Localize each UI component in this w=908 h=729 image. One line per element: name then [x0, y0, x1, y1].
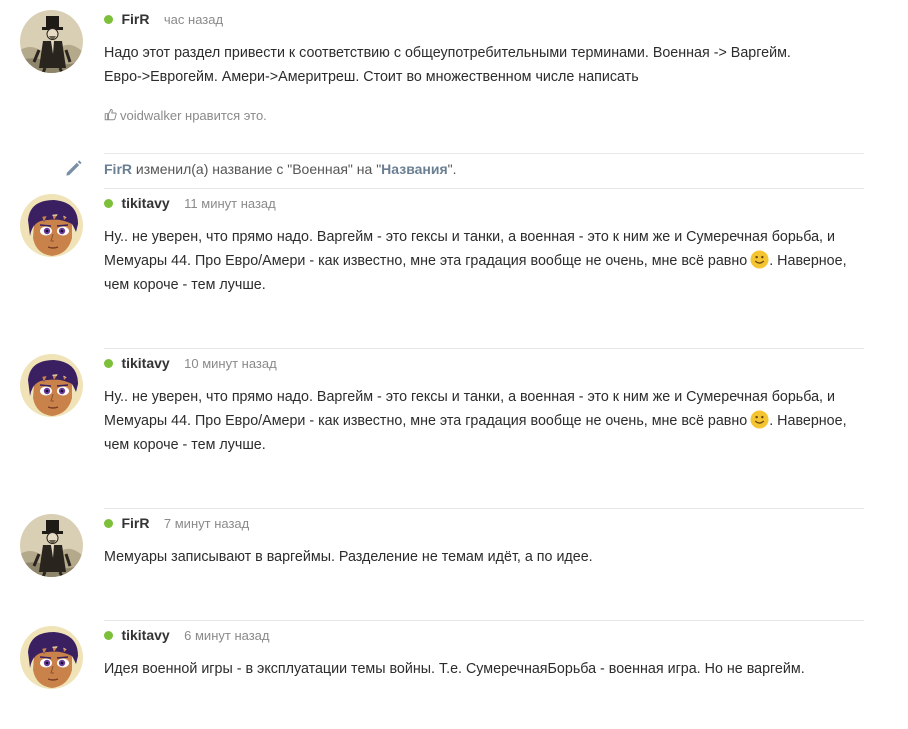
comment-author[interactable]: FirR	[121, 515, 149, 531]
comment-thread: FirR час назад Надо этот раздел привести…	[0, 0, 908, 729]
rename-new-name: Названия	[381, 161, 448, 177]
likes-row: voidwalker нравится это.	[104, 106, 874, 126]
comment-meta: FirR час назад	[104, 9, 874, 29]
divider	[104, 348, 864, 349]
comment-line: Надо этот раздел привести к соответствию…	[104, 45, 791, 61]
comment-text: Идея военной игры - в эксплуатации темы …	[104, 657, 874, 681]
comment-author[interactable]: FirR	[121, 11, 149, 27]
comment-meta: tikitavy 10 минут назад	[104, 353, 874, 373]
avatar[interactable]	[20, 354, 83, 417]
thumbs-up-icon[interactable]	[104, 108, 117, 121]
comment-line: чем короче - тем лучше.	[104, 437, 266, 453]
rename-event: FirR изменил(а) название с "Военная" на …	[0, 157, 908, 181]
online-dot-icon	[104, 519, 113, 528]
comment-line: чем короче - тем лучше.	[104, 277, 266, 293]
divider	[104, 153, 864, 154]
comment-time[interactable]: час назад	[164, 12, 223, 27]
smile-emoji-icon	[750, 250, 769, 269]
divider	[104, 508, 864, 509]
rename-text: FirR изменил(а) название с "Военная" на …	[104, 157, 457, 181]
comment-line: Ну.. не уверен, что прямо надо. Варгейм …	[104, 389, 835, 405]
avatar[interactable]	[20, 514, 83, 577]
comment-author[interactable]: tikitavy	[121, 627, 169, 643]
comment-author[interactable]: tikitavy	[121, 195, 169, 211]
likes-text[interactable]: voidwalker нравится это.	[120, 108, 267, 123]
comment-time[interactable]: 7 минут назад	[164, 516, 249, 531]
pencil-icon	[66, 160, 82, 176]
online-dot-icon	[104, 631, 113, 640]
comment-line: Ну.. не уверен, что прямо надо. Варгейм …	[104, 229, 835, 245]
comment-text: Мемуары записывают в варгеймы. Разделени…	[104, 545, 874, 569]
smile-emoji-icon	[750, 410, 769, 429]
divider	[104, 620, 864, 621]
comment-text: Надо этот раздел привести к соответствию…	[104, 41, 874, 89]
comment-text: Ну.. не уверен, что прямо надо. Варгейм …	[104, 385, 874, 457]
divider	[104, 188, 864, 189]
avatar[interactable]	[20, 194, 83, 257]
comment-line: Мемуары 44. Про Евро/Амери - как известн…	[104, 409, 874, 433]
comment-meta: FirR 7 минут назад	[104, 513, 874, 533]
comment-line: Мемуары записывают в варгеймы. Разделени…	[104, 549, 593, 565]
comment-meta: tikitavy 11 минут назад	[104, 193, 874, 213]
online-dot-icon	[104, 359, 113, 368]
comment-text: Ну.. не уверен, что прямо надо. Варгейм …	[104, 225, 874, 297]
comment-meta: tikitavy 6 минут назад	[104, 625, 874, 645]
comment-line-part: . Наверное,	[769, 253, 847, 269]
comment-line-part: Мемуары 44. Про Евро/Амери - как известн…	[104, 413, 748, 429]
rename-action: изменил(а) название с "Военная" на "	[132, 161, 382, 177]
avatar[interactable]	[20, 626, 83, 689]
avatar[interactable]	[20, 10, 83, 73]
comment-time[interactable]: 10 минут назад	[184, 356, 277, 371]
comment-line: Евро->Еврогейм. Амери->Америтреш. Стоит …	[104, 69, 639, 85]
comment-time[interactable]: 11 минут назад	[184, 196, 276, 211]
comment-line: Идея военной игры - в эксплуатации темы …	[104, 661, 805, 677]
rename-author[interactable]: FirR	[104, 161, 132, 177]
rename-tail: ".	[447, 161, 457, 177]
online-dot-icon	[104, 199, 113, 208]
online-dot-icon	[104, 15, 113, 24]
comment-author[interactable]: tikitavy	[121, 355, 169, 371]
comment-line-part: . Наверное,	[769, 413, 847, 429]
comment-line: Мемуары 44. Про Евро/Амери - как известн…	[104, 249, 874, 273]
comment-line-part: Мемуары 44. Про Евро/Амери - как известн…	[104, 253, 748, 269]
comment-time[interactable]: 6 минут назад	[184, 628, 269, 643]
